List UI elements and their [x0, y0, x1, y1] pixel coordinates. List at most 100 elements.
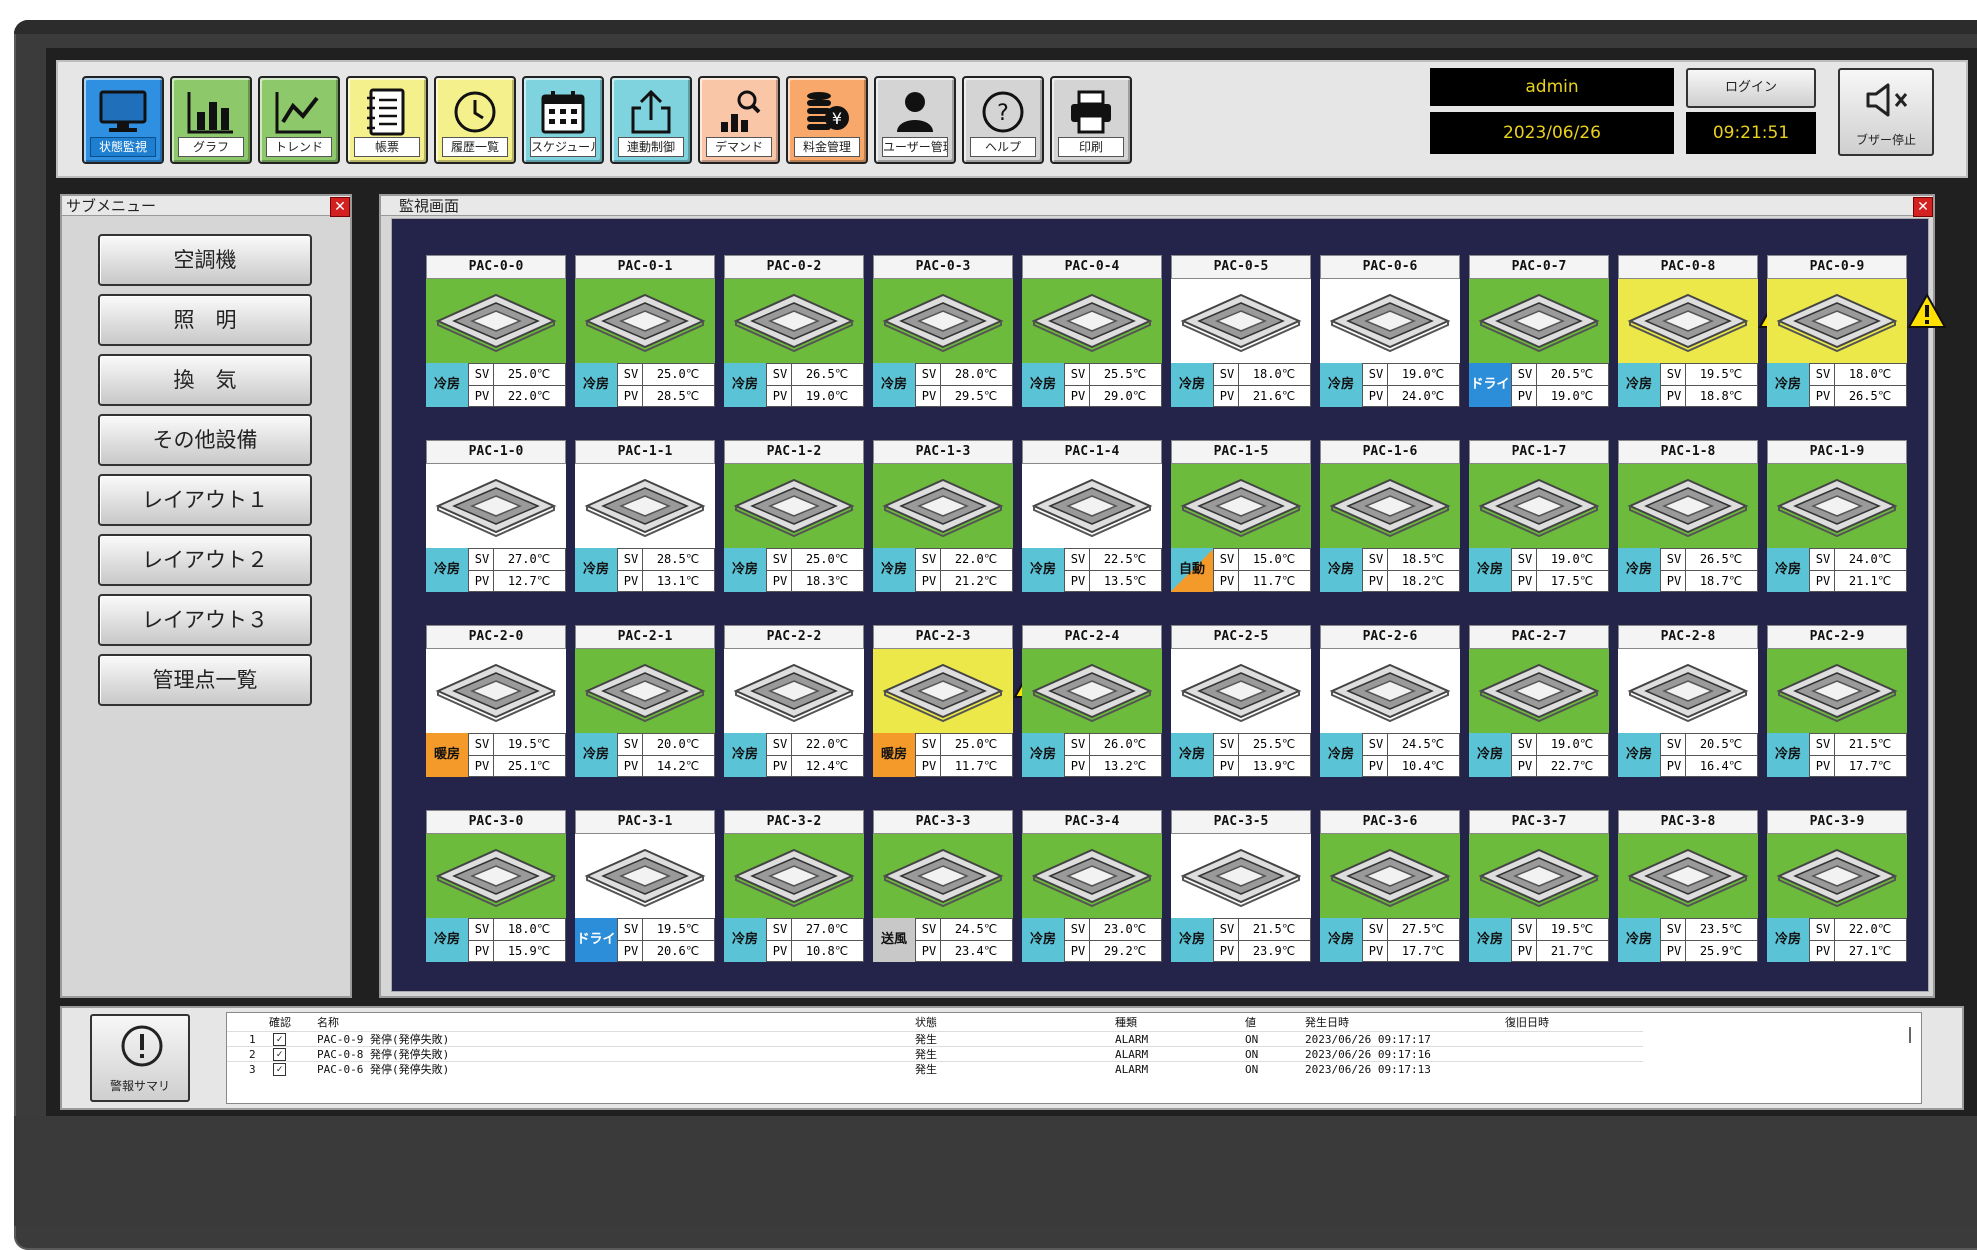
ac-unit-tile[interactable]: PAC-2-7 冷房 SV 19.0℃ PV 22.7℃ [1469, 625, 1609, 779]
ac-unit-tile[interactable]: PAC-2-6 冷房 SV 24.5℃ PV 10.4℃ [1320, 625, 1460, 779]
ac-unit-tile[interactable]: PAC-0-0 冷房 SV 25.0℃ PV 22.0℃ [426, 255, 566, 409]
toolbar-button-7[interactable]: 連動制御 [610, 76, 692, 164]
ac-unit-tile[interactable]: PAC-2-5 冷房 SV 25.5℃ PV 13.9℃ [1171, 625, 1311, 779]
ac-unit-tile[interactable]: PAC-3-6 冷房 SV 27.5℃ PV 17.7℃ [1320, 810, 1460, 964]
acknowledge-checkbox[interactable]: ✓ [273, 1063, 286, 1076]
alarm-row[interactable]: 1 ✓ PAC-0-9 発停(発停失敗) 発生 ALARM ON 2023/06/26 09… [227, 1031, 1643, 1047]
submenu-item-7[interactable]: レイアウト３ [98, 594, 312, 646]
toolbar-button-6[interactable]: スケジュール [522, 76, 604, 164]
ac-unit-tile[interactable]: PAC-0-5 冷房 SV 18.0℃ PV 21.6℃ [1171, 255, 1311, 409]
ac-unit-tile[interactable]: PAC-3-0 冷房 SV 18.0℃ PV 15.9℃ [426, 810, 566, 964]
ac-unit-tile[interactable]: PAC-0-2 冷房 SV 26.5℃ PV 19.0℃ [724, 255, 864, 409]
monitor-close-button[interactable]: ✕ [1913, 197, 1933, 217]
ac-unit-tile[interactable]: PAC-1-0 冷房 SV 27.0℃ PV 12.7℃ [426, 440, 566, 594]
alarm-status: 発生 [915, 1063, 937, 1076]
unit-mode: 冷房 [1469, 548, 1511, 592]
toolbar-button-2[interactable]: グラフ [170, 76, 252, 164]
present-value: 29.5℃ [954, 389, 998, 403]
acknowledge-checkbox[interactable]: ✓ [273, 1033, 286, 1046]
sv-label: SV [769, 549, 792, 570]
toolbar-button-5[interactable]: 履歴一覧 [434, 76, 516, 164]
present-value: 21.7℃ [1550, 944, 1594, 958]
alarm-table-scrollbar[interactable] [1909, 1027, 1911, 1043]
acknowledge-checkbox[interactable]: ✓ [273, 1048, 286, 1061]
setpoint-value: 25.5℃ [1252, 737, 1296, 751]
toolbar-button-9[interactable]: ¥ 料金管理 [786, 76, 868, 164]
unit-mode: 冷房 [1618, 733, 1660, 777]
ac-unit-tile[interactable]: PAC-2-1 冷房 SV 20.0℃ PV 14.2℃ [575, 625, 715, 779]
ac-unit-tile[interactable]: PAC-3-9 冷房 SV 22.0℃ PV 27.1℃ [1767, 810, 1907, 964]
ac-unit-tile[interactable]: PAC-1-4 冷房 SV 22.5℃ PV 13.5℃ [1022, 440, 1162, 594]
ac-unit-tile[interactable]: PAC-1-3 冷房 SV 22.0℃ PV 21.2℃ [873, 440, 1013, 594]
ac-unit-tile[interactable]: PAC-2-8 冷房 SV 20.5℃ PV 16.4℃ [1618, 625, 1758, 779]
toolbar-button-11[interactable]: ? ヘルプ [962, 76, 1044, 164]
ac-unit-tile[interactable]: PAC-0-6 冷房 SV 19.0℃ PV 24.0℃ [1320, 255, 1460, 409]
alert-circle-icon [120, 1024, 164, 1072]
ac-unit-tile[interactable]: PAC-2-0 暖房 SV 19.5℃ PV 25.1℃ [426, 625, 566, 779]
ac-unit-tile[interactable]: PAC-1-5 自動 SV 15.0℃ PV 11.7℃ [1171, 440, 1311, 594]
unit-mode: 冷房 [1469, 733, 1511, 777]
pv-label: PV [1514, 386, 1537, 407]
ac-unit-tile[interactable]: PAC-3-7 冷房 SV 19.5℃ PV 21.7℃ [1469, 810, 1609, 964]
submenu-item-8[interactable]: 管理点一覧 [98, 654, 312, 706]
ac-unit-tile[interactable]: PAC-3-1 ドライ SV 19.5℃ PV 20.6℃ [575, 810, 715, 964]
submenu-item-5[interactable]: レイアウト１ [98, 474, 312, 526]
submenu-item-6[interactable]: レイアウト２ [98, 534, 312, 586]
unit-values: SV 21.5℃ PV 17.7℃ [1809, 733, 1907, 777]
ac-unit-tile[interactable]: PAC-1-6 冷房 SV 18.5℃ PV 18.2℃ [1320, 440, 1460, 594]
toolbar-button-8[interactable]: デマンド [698, 76, 780, 164]
submenu-item-3[interactable]: 換 気 [98, 354, 312, 406]
submenu-panel: サブメニュー ✕ 空調機照 明換 気その他設備 レイアウト１ レイアウト２ レイアウト… [60, 194, 352, 998]
ac-unit-tile[interactable]: PAC-1-9 冷房 SV 24.0℃ PV 21.1℃ [1767, 440, 1907, 594]
ac-unit-tile[interactable]: PAC-0-1 冷房 SV 25.0℃ PV 28.5℃ [575, 255, 715, 409]
toolbar-button-10[interactable]: ユーザー管理 [874, 76, 956, 164]
alarm-row[interactable]: 2 ✓ PAC-0-8 発停(発停失敗) 発生 ALARM ON 2023/06/26 09… [227, 1046, 1643, 1062]
ac-unit-tile[interactable]: PAC-3-8 冷房 SV 23.5℃ PV 25.9℃ [1618, 810, 1758, 964]
ac-unit-tile[interactable]: PAC-3-3 送風 SV 24.5℃ PV 23.4℃ [873, 810, 1013, 964]
ac-unit-tile[interactable]: PAC-1-1 冷房 SV 28.5℃ PV 13.1℃ [575, 440, 715, 594]
present-value-row: PV 25.9℃ [1661, 940, 1757, 962]
setpoint-row: SV 19.0℃ [1512, 734, 1608, 755]
ac-unit-tile[interactable]: PAC-1-7 冷房 SV 19.0℃ PV 17.5℃ [1469, 440, 1609, 594]
ac-unit-tile[interactable]: PAC-1-8 冷房 SV 26.5℃ PV 18.7℃ [1618, 440, 1758, 594]
ac-unit-tile[interactable]: PAC-1-2 冷房 SV 25.0℃ PV 18.3℃ [724, 440, 864, 594]
pv-label: PV [1365, 386, 1388, 407]
unit-status-area [1171, 279, 1311, 363]
unit-status-area [1767, 279, 1947, 363]
toolbar-button-1[interactable]: 状態監視 [82, 76, 164, 164]
ac-unit-tile[interactable]: PAC-0-8 冷房 SV 19.5℃ PV 18.8℃ [1618, 255, 1798, 409]
toolbar-button-12[interactable]: 印刷 [1050, 76, 1132, 164]
setpoint-row: SV 19.0℃ [1363, 364, 1459, 385]
toolbar-button-4[interactable]: 帳票 [346, 76, 428, 164]
ac-unit-tile[interactable]: PAC-2-3 暖房 SV 25.0℃ PV 11.7℃ [873, 625, 1053, 779]
login-button[interactable]: ログイン [1686, 68, 1816, 108]
ac-unit-tile[interactable]: PAC-3-2 冷房 SV 27.0℃ PV 10.8℃ [724, 810, 864, 964]
sv-label: SV [620, 734, 643, 755]
current-time: 09:21:51 [1712, 123, 1790, 143]
pv-label: PV [1812, 756, 1835, 777]
submenu-close-button[interactable]: ✕ [330, 197, 350, 217]
ac-unit-tile[interactable]: PAC-2-4 冷房 SV 26.0℃ PV 13.2℃ [1022, 625, 1162, 779]
setpoint-row: SV 24.5℃ [1363, 734, 1459, 755]
ac-unit-tile[interactable]: PAC-0-9 冷房 SV 18.0℃ PV 26.5℃ [1767, 255, 1947, 409]
submenu-item-1[interactable]: 空調機 [98, 234, 312, 286]
ac-unit-tile[interactable]: PAC-2-9 冷房 SV 21.5℃ PV 17.7℃ [1767, 625, 1907, 779]
ac-unit-tile[interactable]: PAC-3-5 冷房 SV 21.5℃ PV 23.9℃ [1171, 810, 1311, 964]
submenu-item-4[interactable]: その他設備 [98, 414, 312, 466]
toolbar-button-label: 状態監視 [90, 137, 156, 157]
ac-unit-tile[interactable]: PAC-0-4 冷房 SV 25.5℃ PV 29.0℃ [1022, 255, 1162, 409]
setpoint-value: 24.5℃ [954, 922, 998, 936]
ac-unit-tile[interactable]: PAC-2-2 冷房 SV 22.0℃ PV 12.4℃ [724, 625, 864, 779]
alarm-summary-button[interactable]: 警報サマリ [90, 1014, 190, 1102]
present-value-row: PV 18.2℃ [1363, 570, 1459, 592]
ac-unit-tile[interactable]: PAC-0-3 冷房 SV 28.0℃ PV 29.5℃ [873, 255, 1013, 409]
ac-unit-tile[interactable]: PAC-0-7 ドライ SV 20.5℃ PV 19.0℃ [1469, 255, 1609, 409]
unit-values: SV 18.0℃ PV 15.9℃ [468, 918, 566, 962]
submenu-item-2[interactable]: 照 明 [98, 294, 312, 346]
buzzer-stop-button[interactable]: ブザー停止 [1838, 68, 1934, 156]
toolbar-button-3[interactable]: トレンド [258, 76, 340, 164]
present-value-row: PV 21.6℃ [1214, 385, 1310, 407]
alarm-row[interactable]: 3 ✓ PAC-0-6 発停(発停失敗) 発生 ALARM ON 2023/06/26 09… [227, 1061, 1643, 1077]
unit-name: PAC-2-5 [1171, 625, 1311, 649]
ac-unit-tile[interactable]: PAC-3-4 冷房 SV 23.0℃ PV 29.2℃ [1022, 810, 1162, 964]
